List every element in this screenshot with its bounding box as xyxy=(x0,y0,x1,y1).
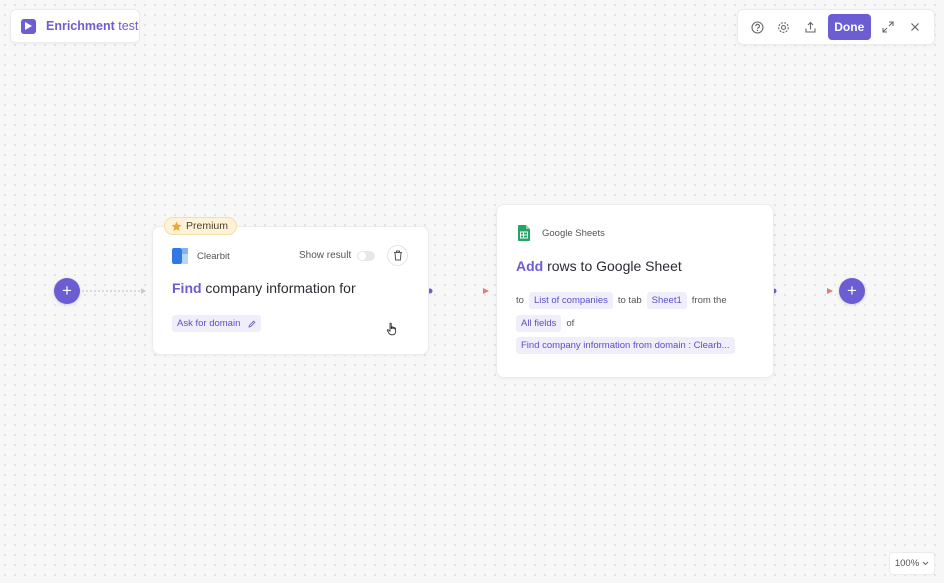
workflow-title[interactable]: Enrichment test xyxy=(10,9,140,43)
zoom-level: 100% xyxy=(894,558,920,569)
show-result-label: Show result xyxy=(299,250,352,261)
domain-input-chip[interactable]: Ask for domain xyxy=(172,315,262,332)
share-icon xyxy=(805,21,816,33)
sheets-source-row: Find company information from domain : C… xyxy=(516,337,735,354)
done-button[interactable]: Done xyxy=(827,14,872,40)
tab-chip[interactable]: Sheet1 xyxy=(646,292,687,309)
show-result-toggle[interactable] xyxy=(357,250,376,261)
settings-button[interactable] xyxy=(771,13,798,41)
google-sheets-logo-icon xyxy=(518,225,530,241)
expand-button[interactable] xyxy=(875,13,902,41)
gear-icon xyxy=(778,21,790,33)
help-button[interactable] xyxy=(744,13,771,41)
fields-chip[interactable]: All fields xyxy=(516,315,562,332)
clearbit-input-row: Ask for domain xyxy=(172,315,262,332)
connector-lines xyxy=(82,288,833,294)
add-step-before-button[interactable]: + xyxy=(54,278,80,304)
help-icon xyxy=(751,20,764,34)
clearbit-logo-icon xyxy=(172,248,188,264)
source-step-chip[interactable]: Find company information from domain : C… xyxy=(516,337,735,354)
of-label: of xyxy=(566,318,575,329)
add-step-after-button[interactable]: + xyxy=(839,278,865,304)
title-bold: Enrichment xyxy=(46,19,115,33)
close-button[interactable] xyxy=(902,13,929,41)
show-result-control[interactable]: Show result xyxy=(299,250,376,261)
mouse-cursor-icon xyxy=(386,322,396,336)
play-icon xyxy=(21,18,36,34)
top-toolbar: Done xyxy=(737,9,935,45)
title-rest: test xyxy=(114,19,139,33)
clearbit-step-heading: Find company information for xyxy=(172,280,356,296)
to-tab-label: to tab xyxy=(617,295,642,306)
expand-icon xyxy=(882,21,894,33)
premium-label: Premium xyxy=(186,220,229,232)
pencil-icon xyxy=(248,320,256,328)
share-button[interactable] xyxy=(797,13,824,41)
delete-step-button[interactable] xyxy=(387,245,408,266)
sheets-verb: Add xyxy=(516,258,544,274)
chevron-down-icon xyxy=(922,561,929,566)
clearbit-verb: Find xyxy=(172,280,202,296)
spreadsheet-chip[interactable]: List of companies xyxy=(528,292,613,309)
sheets-heading-rest: rows to Google Sheet xyxy=(543,258,682,274)
sheets-fields-row: All fields of xyxy=(516,315,574,332)
trash-icon xyxy=(393,250,402,261)
google-sheets-app-header: Google Sheets xyxy=(518,225,605,241)
clearbit-app-name: Clearbit xyxy=(197,250,230,262)
to-label: to xyxy=(516,295,524,306)
clearbit-app-header: Clearbit xyxy=(172,248,230,264)
star-icon xyxy=(171,221,182,231)
sheets-target-row: to List of companies to tab Sheet1 from … xyxy=(516,292,727,309)
google-sheets-step-heading: Add rows to Google Sheet xyxy=(516,258,682,274)
from-the-label: from the xyxy=(691,295,727,306)
close-icon xyxy=(910,23,919,31)
google-sheets-app-name: Google Sheets xyxy=(542,227,605,239)
clearbit-heading-rest: company information for xyxy=(201,280,356,296)
zoom-control[interactable]: 100% xyxy=(889,552,935,575)
domain-chip-label: Ask for domain xyxy=(177,318,241,329)
premium-badge: Premium xyxy=(164,217,238,235)
